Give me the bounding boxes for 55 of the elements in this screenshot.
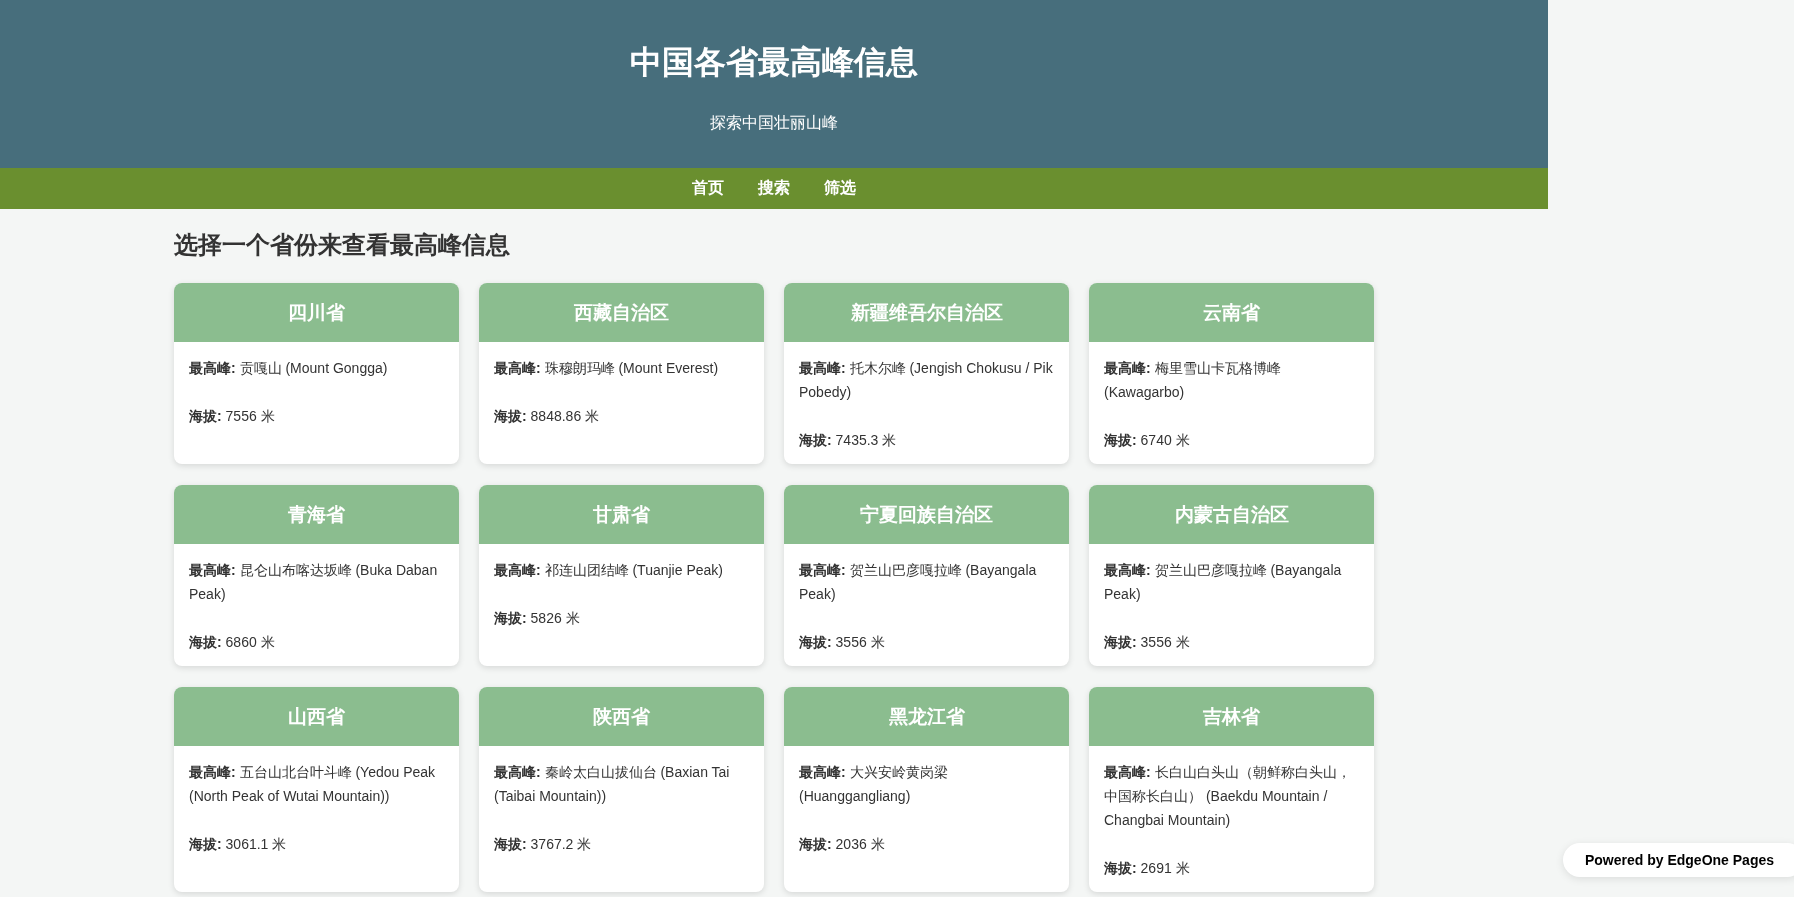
province-name: 陕西省 (479, 687, 764, 746)
province-card[interactable]: 宁夏回族自治区 最高峰: 贺兰山巴彦嘎拉峰 (Bayangala Peak) 海拔: 3556 米 (784, 485, 1069, 666)
peak-info: 最高峰: 贺兰山巴彦嘎拉峰 (Bayangala Peak) (799, 561, 1038, 604)
section-heading: 选择一个省份来查看最高峰信息 (174, 230, 511, 260)
province-name: 山西省 (174, 687, 459, 746)
elevation-info: 海拔: 3767.2 米 (494, 835, 593, 854)
peak-info: 最高峰: 秦岭太白山拔仙台 (Baxian Tai (Taibai Mountain)) (494, 763, 731, 806)
elevation-info: 海拔: 6740 米 (1104, 431, 1191, 450)
province-name: 甘肃省 (479, 485, 764, 544)
province-card[interactable]: 内蒙古自治区 最高峰: 贺兰山巴彦嘎拉峰 (Bayangala Peak) 海拔: 3556 米 (1089, 485, 1374, 666)
nav-link[interactable]: 筛选 (824, 178, 856, 199)
peak-info: 最高峰: 贡嘎山 (Mount Gongga) (189, 359, 389, 378)
elevation-info: 海拔: 7556 米 (189, 407, 276, 426)
peak-info: 最高峰: 长白山白头山（朝鲜称白头山，中国称长白山） (Baekdu Mountain / Changbai Mountain) (1104, 763, 1352, 830)
elevation-info: 海拔: 3556 米 (799, 633, 886, 652)
province-name: 青海省 (174, 485, 459, 544)
province-name: 云南省 (1089, 283, 1374, 342)
province-name: 黑龙江省 (784, 687, 1069, 746)
elevation-info: 海拔: 7435.3 米 (799, 431, 898, 450)
elevation-info: 海拔: 3061.1 米 (189, 835, 288, 854)
elevation-info: 海拔: 6860 米 (189, 633, 276, 652)
elevation-info: 海拔: 5826 米 (494, 609, 581, 628)
page-subtitle: 探索中国壮丽山峰 (709, 113, 839, 133)
peak-info: 最高峰: 大兴安岭黄岗梁 (Huanggangliang) (799, 763, 949, 806)
elevation-info: 海拔: 2691 米 (1104, 859, 1191, 878)
province-name: 四川省 (174, 283, 459, 342)
peak-info: 最高峰: 梅里雪山卡瓦格博峰 (Kawagarbo) (1104, 359, 1282, 402)
province-name: 西藏自治区 (479, 283, 764, 342)
nav-link[interactable]: 搜索 (758, 178, 790, 199)
province-name: 内蒙古自治区 (1089, 485, 1374, 544)
elevation-info: 海拔: 3556 米 (1104, 633, 1191, 652)
province-card[interactable]: 新疆维吾尔自治区 最高峰: 托木尔峰 (Jengish Chokusu / Pik Pobedy) 海拔: 7435.3 米 (784, 283, 1069, 464)
peak-info: 最高峰: 珠穆朗玛峰 (Mount Everest) (494, 359, 720, 378)
peak-info: 最高峰: 祁连山团结峰 (Tuanjie Peak) (494, 561, 724, 580)
province-card[interactable]: 吉林省 最高峰: 长白山白头山（朝鲜称白头山，中国称长白山） (Baekdu Mountain / Changbai Mountain) 海拔: 2691 米 (1089, 687, 1374, 892)
peak-info: 最高峰: 昆仑山布喀达坂峰 (Buka Daban Peak) (189, 561, 439, 604)
province-card[interactable]: 陕西省 最高峰: 秦岭太白山拔仙台 (Baxian Tai (Taibai Mountain)) 海拔: 3767.2 米 (479, 687, 764, 892)
powered-by-badge[interactable]: Powered by EdgeOne Pages (1562, 843, 1794, 877)
province-card[interactable]: 青海省 最高峰: 昆仑山布喀达坂峰 (Buka Daban Peak) 海拔: 6860 米 (174, 485, 459, 666)
province-card[interactable]: 西藏自治区 最高峰: 珠穆朗玛峰 (Mount Everest) 海拔: 8848.86 米 (479, 283, 764, 464)
page-title: 中国各省最高峰信息 (629, 43, 919, 82)
province-card[interactable]: 黑龙江省 最高峰: 大兴安岭黄岗梁 (Huanggangliang) 海拔: 2036 米 (784, 687, 1069, 892)
elevation-info: 海拔: 8848.86 米 (494, 407, 601, 426)
peak-info: 最高峰: 贺兰山巴彦嘎拉峰 (Bayangala Peak) (1104, 561, 1343, 604)
nav-link[interactable]: 首页 (692, 178, 724, 199)
peak-info: 最高峰: 五台山北台叶斗峰 (Yedou Peak (North Peak of Wutai Mountain)) (189, 763, 437, 806)
province-name: 新疆维吾尔自治区 (784, 283, 1069, 342)
elevation-info: 海拔: 2036 米 (799, 835, 886, 854)
province-card[interactable]: 四川省 最高峰: 贡嘎山 (Mount Gongga) 海拔: 7556 米 (174, 283, 459, 464)
peak-info: 最高峰: 托木尔峰 (Jengish Chokusu / Pik Pobedy) (799, 359, 1054, 402)
province-card[interactable]: 云南省 最高峰: 梅里雪山卡瓦格博峰 (Kawagarbo) 海拔: 6740 米 (1089, 283, 1374, 464)
province-name: 吉林省 (1089, 687, 1374, 746)
province-name: 宁夏回族自治区 (784, 485, 1069, 544)
province-card[interactable]: 甘肃省 最高峰: 祁连山团结峰 (Tuanjie Peak) 海拔: 5826 米 (479, 485, 764, 666)
province-card[interactable]: 山西省 最高峰: 五台山北台叶斗峰 (Yedou Peak (North Peak of Wutai Mountain)) 海拔: 3061.1 米 (174, 687, 459, 892)
